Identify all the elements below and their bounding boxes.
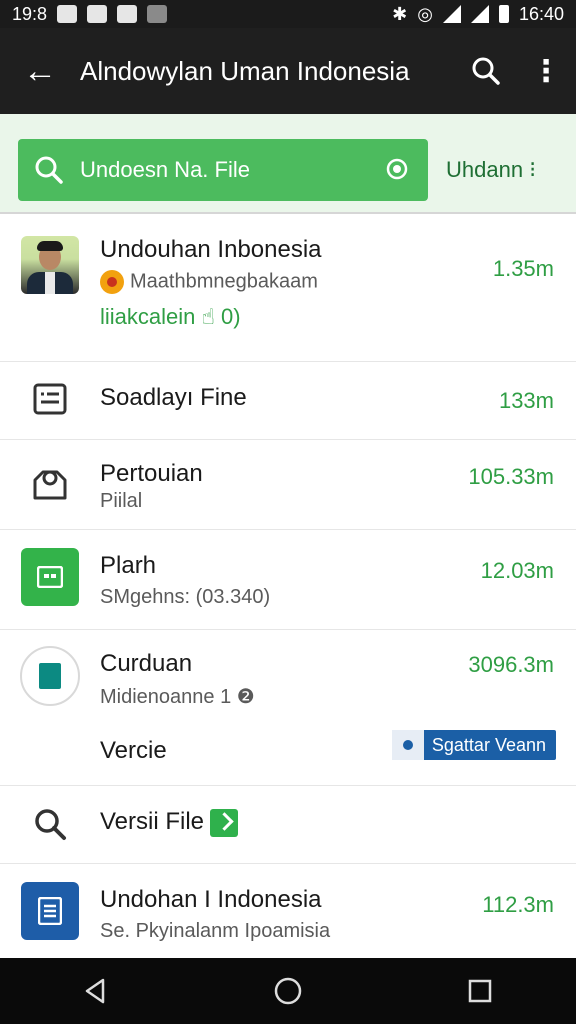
- status-left: 19:8: [12, 3, 168, 25]
- search-icon: [472, 57, 500, 85]
- item-title-text: Versii File: [100, 808, 205, 835]
- wifi-icon: [442, 5, 461, 23]
- search-area: Undoesn Na. File Uhdann ⁝: [0, 114, 576, 214]
- item-subtitle: Se. Pkyinalanm Ipoamisia: [100, 920, 331, 942]
- item-size: 105.33m: [468, 464, 554, 489]
- item-subtitle: Piilal: [100, 490, 143, 512]
- camera-lock-icon: [33, 470, 67, 500]
- number-badge-icon: ❷: [236, 686, 255, 708]
- alarm-icon: ◎: [417, 3, 433, 24]
- search-button[interactable]: [456, 56, 516, 86]
- photo-app-icon: [21, 548, 79, 606]
- nav-back-icon[interactable]: [66, 961, 126, 1021]
- nav-home-icon[interactable]: [258, 961, 318, 1021]
- chat-icon: [87, 5, 108, 23]
- emoji-icon: [100, 270, 124, 294]
- download-action-button[interactable]: Uhdann ⁝: [446, 139, 536, 201]
- page-title: Alndowylan Uman Indonesia: [80, 55, 410, 86]
- status-badge[interactable]: Sgattar Veann: [391, 730, 556, 760]
- item-subtitle-text: Maathbmnegbakaam: [130, 270, 318, 293]
- list-item[interactable]: Versii File: [0, 786, 576, 864]
- list-item[interactable]: Pertouian Piilal 105.33m: [0, 440, 576, 530]
- item-subtitle: SMgehns: (03.340): [100, 586, 271, 608]
- item-size: 3096.3m: [468, 652, 554, 677]
- status-time-right: 16:40: [518, 3, 564, 24]
- avatar: [21, 236, 79, 294]
- status-bar: 19:8 ✱ ◎ 16:40: [0, 0, 576, 28]
- nav-recents-icon[interactable]: [450, 961, 510, 1021]
- item-icon: [0, 362, 100, 416]
- item-icon: [0, 786, 100, 842]
- item-icon: [0, 864, 100, 940]
- item-icon: [0, 630, 100, 706]
- list-item[interactable]: Plarh SMgehns: (03.340) 12.03m: [0, 530, 576, 630]
- item-size: 112.3m: [482, 892, 554, 917]
- item-subtitle: Midienoanne 1 ❷: [100, 684, 576, 709]
- item-size: 133m: [498, 388, 554, 413]
- list-item[interactable]: Undouhan Inbonesia Maathbmnegbakaam liia…: [0, 216, 576, 362]
- sync-icon: [117, 5, 138, 23]
- mail-icon: [147, 5, 168, 23]
- navigation-bar: [0, 958, 576, 1024]
- item-size: 12.03m: [480, 558, 554, 583]
- check-badge-icon: [210, 808, 239, 837]
- file-circle-icon: [20, 646, 80, 706]
- back-arrow-icon[interactable]: ←: [0, 28, 80, 114]
- item-size: 1.35m: [492, 256, 554, 281]
- item-icon: [0, 440, 100, 502]
- item-title: Versii File: [100, 808, 576, 837]
- search-input[interactable]: Undoesn Na. File: [18, 139, 428, 201]
- gallery-icon: [57, 5, 78, 23]
- list-item[interactable]: Undohan I Indonesia Se. Pkyinalanm Ipoam…: [0, 864, 576, 960]
- more-options-icon[interactable]: ⋮: [516, 54, 576, 89]
- list-item[interactable]: Curduan Midienoanne 1 ❷ Vercie 3096.3m S…: [0, 630, 576, 786]
- status-time-left: 19:8: [12, 3, 48, 24]
- document-app-icon: [21, 882, 79, 940]
- item-subtitle-text: Midienoanne 1: [100, 686, 232, 708]
- file-list: Undouhan Inbonesia Maathbmnegbakaam liia…: [0, 216, 576, 960]
- dot-icon: [391, 730, 424, 760]
- document-list-icon: [33, 383, 67, 415]
- status-badge-label: Sgattar Veann: [431, 734, 546, 755]
- battery-icon: [498, 5, 509, 23]
- status-right: ✱ ◎ 16:40: [392, 4, 564, 25]
- item-thumbnail: [0, 216, 100, 294]
- item-tag: liiakcalein ☝ 0): [100, 304, 241, 329]
- signal-icon: [470, 5, 489, 23]
- list-item[interactable]: Soadlayı Fine 133m: [0, 362, 576, 440]
- search-field-icon: [18, 155, 80, 185]
- bluetooth-icon: ✱: [392, 3, 408, 24]
- search-submit-icon[interactable]: [368, 157, 428, 183]
- search-file-icon: [35, 809, 66, 840]
- app-bar: ← Alndowylan Uman Indonesia ⋮: [0, 28, 576, 114]
- search-placeholder: Undoesn Na. File: [80, 157, 250, 182]
- item-icon: [0, 530, 100, 606]
